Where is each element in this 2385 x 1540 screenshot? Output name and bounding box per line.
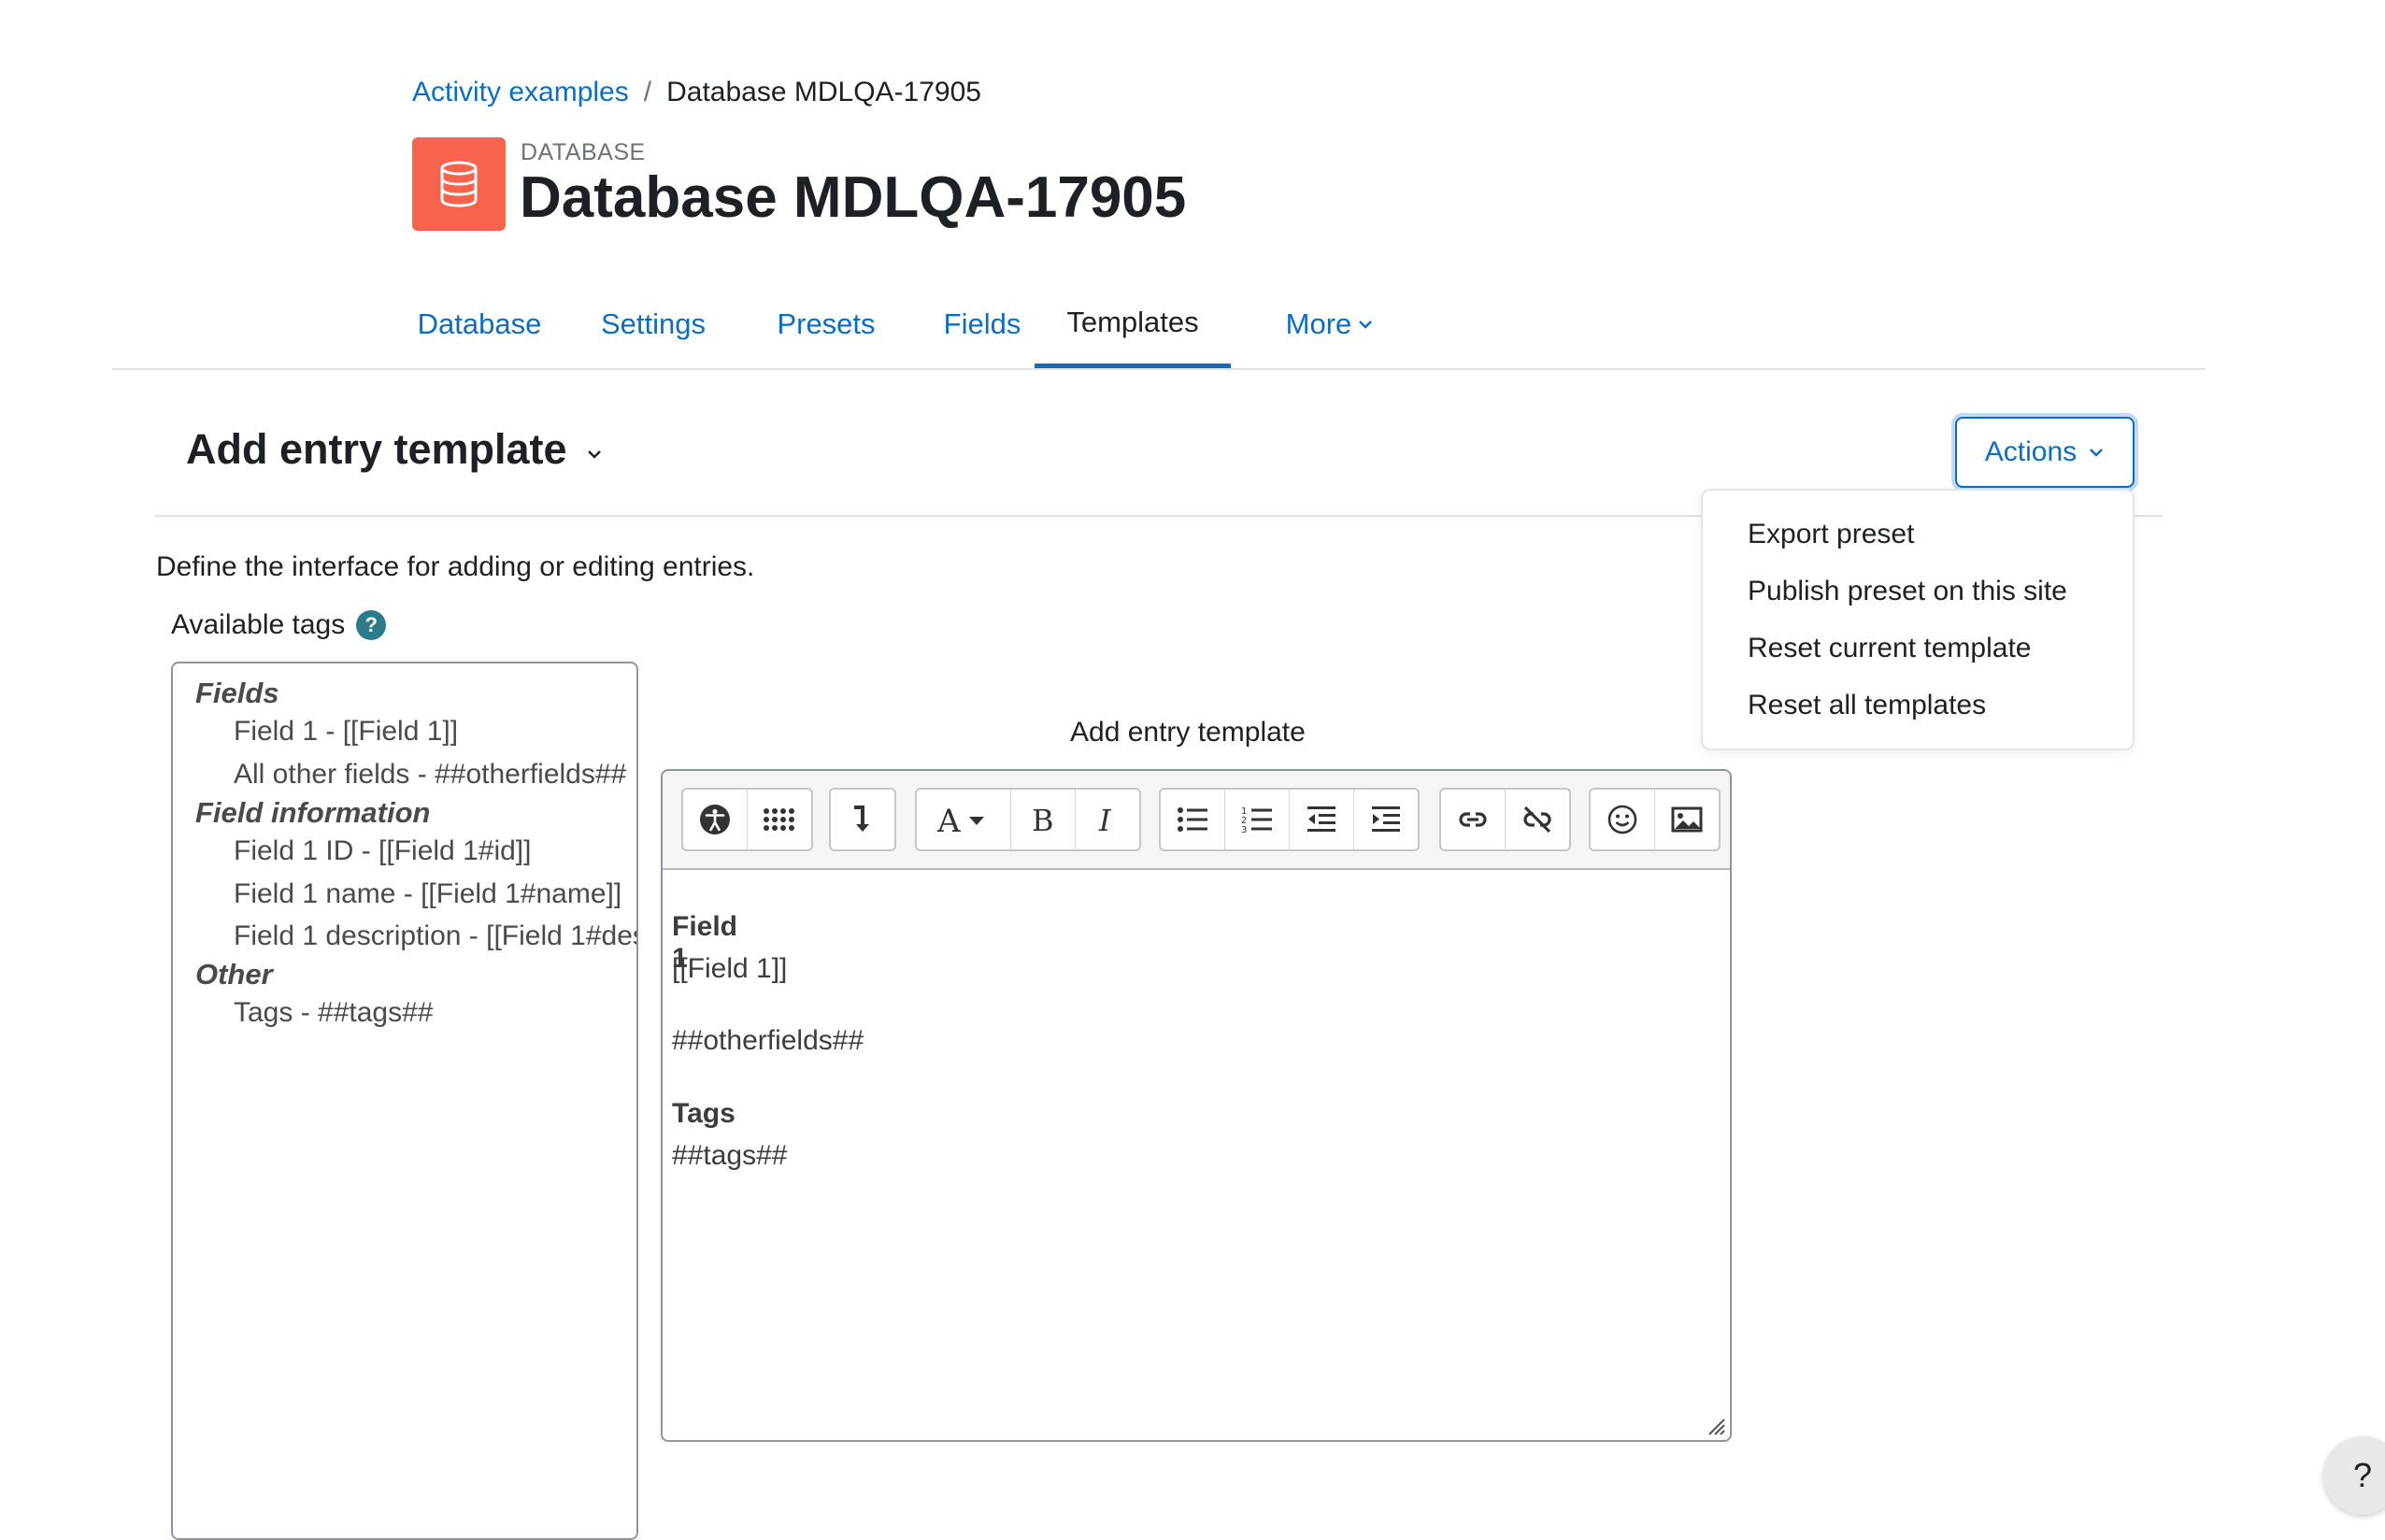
toolbar-group-links (1439, 788, 1571, 851)
svg-text:A: A (936, 804, 961, 835)
content-tags-tag: ##tags## (672, 1140, 788, 1171)
tab-settings[interactable]: Settings (583, 280, 723, 368)
menu-item-publish-preset[interactable]: Publish preset on this site (1748, 576, 2067, 607)
indent-icon[interactable] (1354, 790, 1418, 849)
editor-label: Add entry template (1070, 717, 1306, 748)
section-title: Add entry template (186, 425, 567, 473)
actions-menu: Export preset Publish preset on this sit… (1701, 489, 2135, 750)
tag-group-fields: Fields (195, 677, 279, 709)
toolbar-group-accessibility (681, 788, 813, 851)
available-tags-heading: Available tags ? (171, 609, 387, 641)
breadcrumb-separator: / (643, 77, 652, 107)
tag-item-field-1-description[interactable]: Field 1 description - [[Field 1#descript… (234, 920, 636, 952)
chevron-down-icon (2090, 449, 2104, 457)
tag-item-field-1[interactable]: Field 1 - [[Field 1]] (234, 716, 458, 748)
font-color-icon[interactable]: A (917, 790, 1011, 849)
svg-text:B: B (1032, 806, 1054, 834)
database-module-icon (412, 137, 506, 231)
resize-handle[interactable] (1706, 1416, 1726, 1436)
database-icon (440, 161, 478, 207)
available-tags-list[interactable]: Fields Field 1 - [[Field 1]] All other f… (171, 662, 638, 1540)
tag-item-tags[interactable]: Tags - ##tags## (234, 997, 433, 1029)
svg-text:I: I (1098, 806, 1112, 834)
toolbar-group-media (1589, 788, 1721, 851)
page-title: Database MDLQA-17905 (520, 165, 1187, 230)
tab-templates[interactable]: Templates (1035, 280, 1231, 368)
italic-icon[interactable]: I (1076, 790, 1139, 849)
template-selector[interactable]: Add entry template (186, 425, 605, 474)
chevron-down-icon (1359, 321, 1373, 329)
line-break-icon[interactable] (831, 790, 894, 849)
unordered-list-icon[interactable] (1161, 790, 1225, 849)
template-description: Define the interface for adding or editi… (156, 551, 755, 582)
module-type-label: DATABASE (521, 139, 646, 165)
unlink-icon[interactable] (1506, 790, 1569, 849)
editor-toolbar: A B I 123 (663, 771, 1730, 870)
tab-fields[interactable]: Fields (929, 280, 1035, 368)
toolbar-group-format: A B I (915, 788, 1141, 851)
tag-item-field-1-name[interactable]: Field 1 name - [[Field 1#name]] (234, 878, 621, 910)
outdent-icon[interactable] (1290, 790, 1354, 849)
tab-presets[interactable]: Presets (761, 280, 892, 368)
menu-item-export-preset[interactable]: Export preset (1748, 519, 1914, 550)
menu-item-reset-current-template[interactable]: Reset current template (1748, 633, 2031, 664)
breadcrumb-current: Database MDLQA-17905 (666, 77, 981, 107)
available-tags-label: Available tags (171, 609, 346, 640)
template-editor: A B I 123 Field 1 [[Field 1]] ##otherfie… (661, 769, 1732, 1442)
link-icon[interactable] (1441, 790, 1506, 849)
tag-item-other-fields[interactable]: All other fields - ##otherfields## (234, 759, 626, 791)
toolbar-group-lists: 123 (1159, 788, 1420, 851)
tag-group-field-information: Field information (195, 796, 431, 829)
menu-item-reset-all-templates[interactable]: Reset all templates (1748, 690, 1986, 721)
ordered-list-icon[interactable]: 123 (1225, 790, 1290, 849)
accessibility-icon[interactable] (683, 790, 748, 849)
secondary-navigation: Database Settings Presets Fields Templat… (112, 280, 2206, 370)
content-field-tag: [[Field 1]] (672, 953, 788, 984)
actions-button[interactable]: Actions (1955, 417, 2135, 488)
tab-database[interactable]: Database (413, 280, 546, 368)
breadcrumb-link-activity-examples[interactable]: Activity examples (412, 77, 629, 108)
content-other-fields: ##otherfields## (672, 1025, 864, 1056)
tag-item-field-1-id[interactable]: Field 1 ID - [[Field 1#id]] (234, 835, 531, 867)
chevron-down-icon (587, 450, 601, 459)
toolbar-group-break (829, 788, 896, 851)
svg-text:3: 3 (1241, 825, 1247, 834)
image-icon[interactable] (1655, 790, 1719, 849)
tab-more-label: More (1285, 307, 1352, 340)
more-buttons-icon[interactable] (748, 790, 811, 849)
content-tags-label: Tags (672, 1098, 735, 1129)
help-button[interactable]: ? (2323, 1436, 2385, 1515)
breadcrumb: Activity examples / Database MDLQA-17905 (412, 77, 981, 108)
help-icon[interactable]: ? (356, 610, 387, 640)
tab-more[interactable]: More (1258, 280, 1402, 368)
bold-icon[interactable]: B (1011, 790, 1076, 849)
emoji-icon[interactable] (1591, 790, 1655, 849)
tag-group-other: Other (195, 958, 273, 991)
actions-button-label: Actions (1984, 436, 2078, 467)
